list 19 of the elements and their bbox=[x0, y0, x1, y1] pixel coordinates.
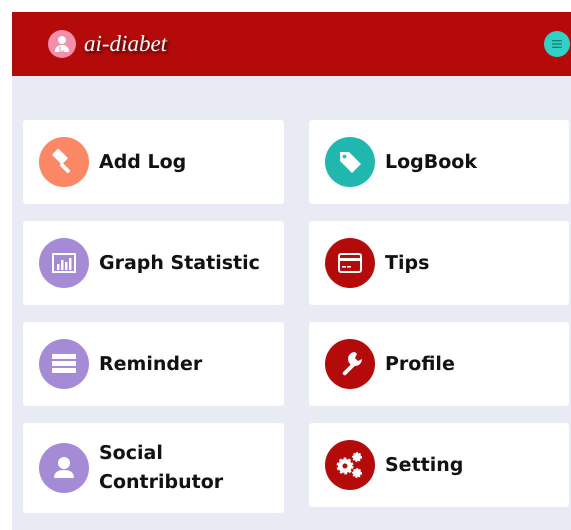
menu-icon[interactable] bbox=[544, 31, 570, 57]
app-title: ai-diabet bbox=[84, 31, 168, 57]
tile-label: Graph Statistic bbox=[99, 250, 260, 276]
menu-tile[interactable]: Profile bbox=[309, 322, 569, 406]
menu-tile[interactable]: Social Contributor bbox=[23, 423, 284, 513]
tile-label: Tips bbox=[385, 250, 430, 276]
menu-tile[interactable]: Graph Statistic bbox=[23, 221, 284, 305]
tile-label: Setting bbox=[385, 452, 464, 478]
menu-tile[interactable]: Add Log bbox=[23, 120, 284, 204]
tile-label: Add Log bbox=[99, 150, 186, 174]
tile-label: LogBook bbox=[385, 150, 477, 174]
menu-tile[interactable]: Tips bbox=[309, 221, 569, 305]
tile-label: Social Contributor bbox=[99, 441, 224, 495]
tile-label: Reminder bbox=[99, 352, 202, 376]
menu-tile[interactable]: Reminder bbox=[23, 322, 284, 406]
tile-label: Profile bbox=[385, 352, 455, 376]
menu-tile[interactable]: Setting bbox=[309, 423, 569, 507]
menu-tile[interactable]: LogBook bbox=[309, 120, 569, 204]
doctor-logo-icon bbox=[48, 30, 76, 58]
